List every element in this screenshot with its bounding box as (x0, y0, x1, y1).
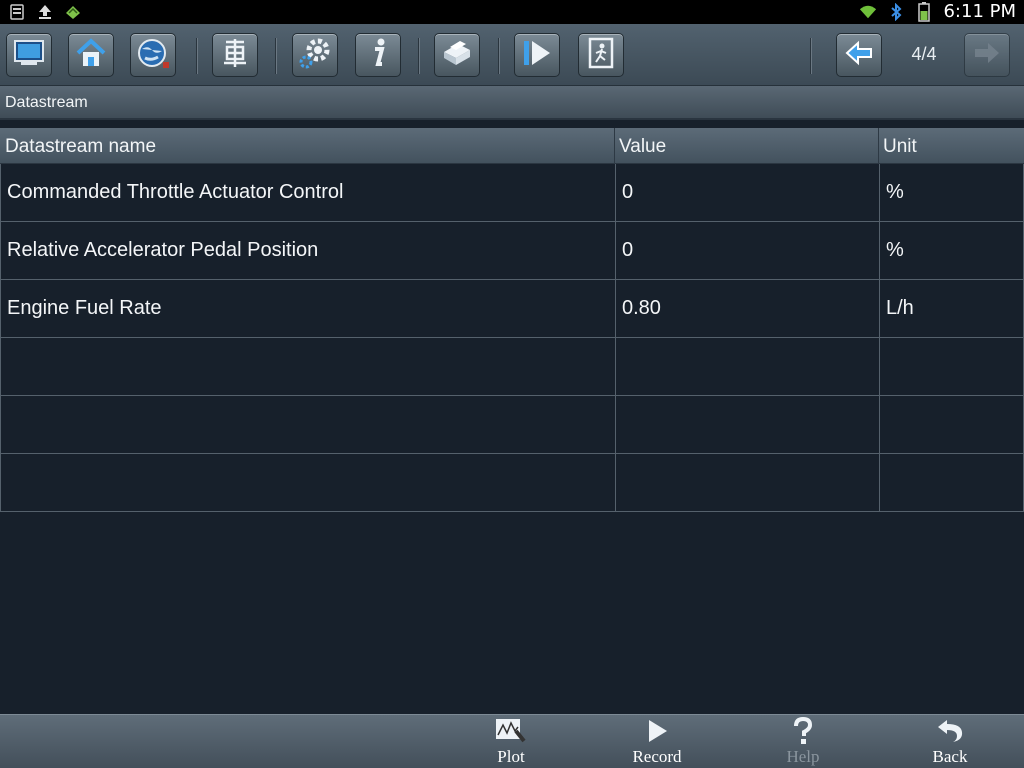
toolbar-divider (196, 38, 197, 74)
plot-label: Plot (497, 747, 525, 766)
column-divider (879, 280, 880, 338)
column-divider (615, 454, 616, 512)
column-divider (879, 222, 880, 280)
table-header: Datastream name Value Unit (0, 128, 1024, 164)
column-divider (615, 222, 616, 280)
clock: 6:11 PM (943, 1, 1016, 22)
table-body: Commanded Throttle Actuator Control 0 % … (0, 164, 1024, 512)
battery-icon (915, 1, 933, 22)
table-row[interactable] (1, 338, 1023, 396)
arrow-right-icon (972, 40, 1002, 70)
vehicle-button[interactable] (212, 33, 258, 77)
notification-icon (8, 3, 26, 21)
column-divider (878, 128, 879, 164)
section-title: Datastream (5, 94, 88, 111)
table-row[interactable]: Commanded Throttle Actuator Control 0 % (1, 164, 1023, 222)
back-button[interactable]: Back (905, 717, 995, 767)
settings-button[interactable] (292, 33, 338, 77)
toolbar-divider (275, 38, 276, 74)
column-divider (615, 164, 616, 222)
home-icon (75, 38, 107, 72)
cell-value: 0 (622, 239, 634, 261)
table-row[interactable] (1, 396, 1023, 454)
help-label: Help (786, 747, 820, 766)
section-header: Datastream (0, 86, 1024, 120)
cell-unit: % (886, 239, 904, 261)
status-bar: 6:11 PM (0, 0, 1024, 24)
wifi-icon (859, 3, 877, 21)
cell-value: 0 (622, 181, 634, 203)
plot-button[interactable]: Plot (466, 717, 556, 767)
info-button[interactable] (355, 33, 401, 77)
arrow-left-icon (844, 40, 874, 70)
cell-unit: % (886, 181, 904, 203)
column-divider (615, 338, 616, 396)
record-button[interactable]: Record (612, 717, 702, 767)
exit-icon (586, 37, 616, 73)
back-label: Back (932, 747, 968, 766)
column-divider (879, 396, 880, 454)
exit-button[interactable] (578, 33, 624, 77)
print-button[interactable] (434, 33, 480, 77)
upload-icon (36, 3, 54, 21)
column-divider (879, 454, 880, 512)
column-header-name: Datastream name (5, 136, 157, 157)
table-row[interactable]: Engine Fuel Rate 0.80 L/h (1, 280, 1023, 338)
datastream-table: Datastream name Value Unit Commanded Thr… (0, 128, 1024, 512)
print-icon (440, 38, 474, 72)
cell-value: 0.80 (622, 297, 661, 319)
table-row[interactable]: Relative Accelerator Pedal Position 0 % (1, 222, 1023, 280)
globe-icon (136, 37, 170, 73)
table-row[interactable] (1, 454, 1023, 512)
play-button[interactable] (514, 33, 560, 77)
toolbar: 4/4 (0, 24, 1024, 86)
toolbar-divider (418, 38, 419, 74)
record-icon (644, 717, 670, 745)
toolbar-divider (810, 38, 811, 74)
screen-icon (13, 39, 45, 71)
cell-name: Relative Accelerator Pedal Position (7, 239, 319, 261)
record-label: Record (632, 747, 682, 766)
column-divider (879, 164, 880, 222)
cell-name: Engine Fuel Rate (7, 297, 162, 319)
column-header-unit: Unit (883, 136, 917, 157)
bottom-bar: Plot Record Help Back (0, 714, 1024, 768)
toolbar-divider (498, 38, 499, 74)
column-header-value: Value (619, 136, 667, 157)
help-button[interactable]: Help (758, 717, 848, 767)
settings-icon (298, 37, 332, 73)
help-icon (791, 717, 815, 745)
column-divider (615, 280, 616, 338)
play-icon (520, 38, 554, 72)
cell-unit: L/h (886, 297, 914, 319)
prev-page-button[interactable] (836, 33, 882, 77)
next-page-button[interactable] (964, 33, 1010, 77)
back-arrow-icon (935, 717, 965, 745)
page-indicator: 4/4 (911, 44, 937, 64)
vehicle-icon (220, 37, 250, 73)
plot-icon (494, 717, 528, 745)
app-icon (64, 3, 82, 21)
column-divider (615, 396, 616, 454)
column-divider (879, 338, 880, 396)
info-icon (366, 37, 390, 73)
screen-button[interactable] (6, 33, 52, 77)
cell-name: Commanded Throttle Actuator Control (7, 181, 344, 203)
bluetooth-icon (887, 2, 905, 21)
home-button[interactable] (68, 33, 114, 77)
column-divider (614, 128, 615, 164)
globe-button[interactable] (130, 33, 176, 77)
